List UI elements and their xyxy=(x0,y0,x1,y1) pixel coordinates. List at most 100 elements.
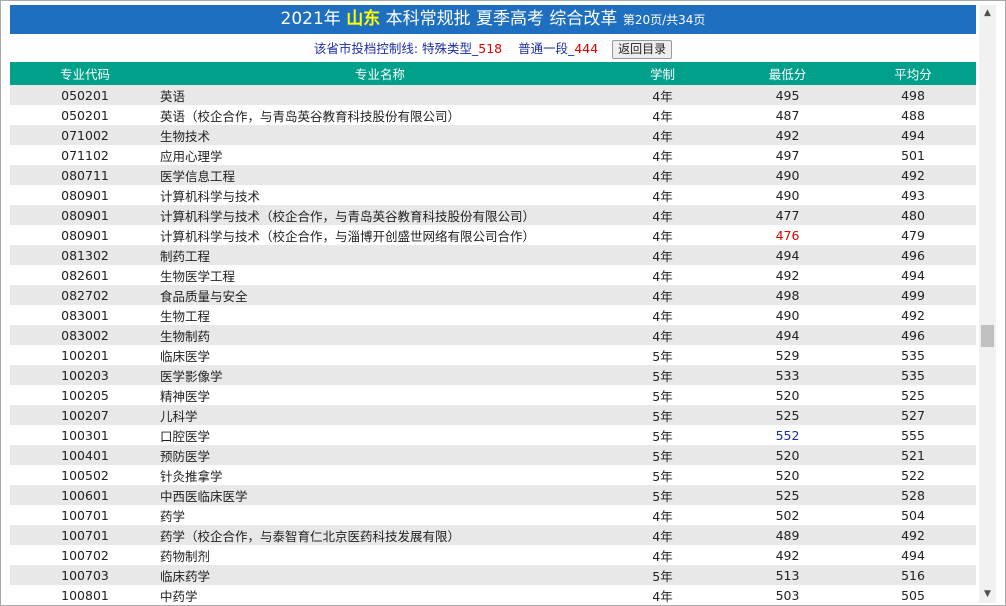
table-row: 100401 预防医学 5年 520 521 xyxy=(10,445,976,465)
table-row: 100205 精神医学 5年 520 525 xyxy=(10,385,976,405)
table-row: 100801 中药学 4年 503 505 xyxy=(10,585,976,605)
cell-years: 4年 xyxy=(600,165,725,185)
cell-name: 药物制剂 xyxy=(160,545,600,565)
cell-name: 食品质量与安全 xyxy=(160,285,600,305)
table-row: 100601 中西医临床医学 5年 525 528 xyxy=(10,485,976,505)
back-to-index-button[interactable]: 返回目录 xyxy=(612,40,673,59)
table-body: 050201 英语 4年 495 498 050201 英语（校企合作，与青岛英谷教育科技股… xyxy=(10,85,976,605)
cell-avg: 522 xyxy=(850,465,976,485)
cell-years: 4年 xyxy=(600,505,725,525)
cell-min: 520 xyxy=(725,465,850,485)
cell-min: 487 xyxy=(725,105,850,125)
table-row: 050201 英语 4年 495 498 xyxy=(10,85,976,105)
cell-code: 082601 xyxy=(10,265,160,285)
cell-min: 492 xyxy=(725,125,850,145)
cell-avg: 535 xyxy=(850,345,976,365)
table-header-row: 专业代码 专业名称 学制 最低分 平均分 xyxy=(10,62,976,85)
cell-name: 中药学 xyxy=(160,585,600,605)
cell-avg: 479 xyxy=(850,225,976,245)
cell-name: 药学 xyxy=(160,505,600,525)
cell-years: 5年 xyxy=(600,445,725,465)
cell-avg: 498 xyxy=(850,85,976,105)
cell-years: 4年 xyxy=(600,205,725,225)
cell-name: 英语（校企合作，与青岛英谷教育科技股份有限公司） xyxy=(160,105,600,125)
table-row: 100207 儿科学 5年 525 527 xyxy=(10,405,976,425)
cell-min: 490 xyxy=(725,185,850,205)
table-row: 080901 计算机科学与技术（校企合作，与淄博开创盛世网络有限公司合作） 4年 47… xyxy=(10,225,976,245)
cell-min: 492 xyxy=(725,265,850,285)
cell-avg: 516 xyxy=(850,565,976,585)
cell-min: 525 xyxy=(725,485,850,505)
column-header-avg: 平均分 xyxy=(850,62,976,85)
cell-years: 4年 xyxy=(600,325,725,345)
table-row: 050201 英语（校企合作，与青岛英谷教育科技股份有限公司） 4年 487 488 xyxy=(10,105,976,125)
cell-years: 4年 xyxy=(600,285,725,305)
cell-code: 100601 xyxy=(10,485,160,505)
cell-code: 081302 xyxy=(10,245,160,265)
cell-code: 100201 xyxy=(10,345,160,365)
cell-years: 4年 xyxy=(600,105,725,125)
cell-avg: 492 xyxy=(850,305,976,325)
cell-name: 生物制药 xyxy=(160,325,600,345)
cell-years: 5年 xyxy=(600,365,725,385)
cell-avg: 494 xyxy=(850,545,976,565)
control-line-bar: 该省市投档控制线: 特殊类型_518 普通一段_444 返回目录 xyxy=(10,37,976,61)
cell-name: 儿科学 xyxy=(160,405,600,425)
table-row: 100201 临床医学 5年 529 535 xyxy=(10,345,976,365)
table-row: 081302 制药工程 4年 494 496 xyxy=(10,245,976,265)
table-row: 100703 临床药学 5年 513 516 xyxy=(10,565,976,585)
table-row: 083001 生物工程 4年 490 492 xyxy=(10,305,976,325)
cell-years: 4年 xyxy=(600,185,725,205)
cell-code: 100701 xyxy=(10,525,160,545)
column-header-name: 专业名称 xyxy=(160,62,600,85)
table-row: 100502 针灸推拿学 5年 520 522 xyxy=(10,465,976,485)
vertical-scrollbar[interactable]: ▲ ▼ xyxy=(979,5,996,603)
cell-code: 100801 xyxy=(10,585,160,605)
cell-code: 083002 xyxy=(10,325,160,345)
cell-code: 100401 xyxy=(10,445,160,465)
cell-min: 533 xyxy=(725,365,850,385)
cell-min: 494 xyxy=(725,245,850,265)
cell-avg: 504 xyxy=(850,505,976,525)
column-header-min: 最低分 xyxy=(725,62,850,85)
chevron-down-icon[interactable]: ▼ xyxy=(979,586,996,603)
cell-name: 药学（校企合作，与泰智育仁北京医药科技发展有限） xyxy=(160,525,600,545)
cell-code: 050201 xyxy=(10,85,160,105)
cell-code: 080901 xyxy=(10,185,160,205)
cell-avg: 494 xyxy=(850,265,976,285)
cell-code: 100701 xyxy=(10,505,160,525)
normal-type-score: 444 xyxy=(574,41,599,56)
cell-avg: 488 xyxy=(850,105,976,125)
table-row: 100702 药物制剂 4年 492 494 xyxy=(10,545,976,565)
cell-name: 临床药学 xyxy=(160,565,600,585)
cell-years: 5年 xyxy=(600,565,725,585)
cell-years: 5年 xyxy=(600,485,725,505)
cell-avg: 492 xyxy=(850,525,976,545)
normal-type-label: 普通一段_ xyxy=(518,41,575,56)
cell-name: 生物医学工程 xyxy=(160,265,600,285)
cell-min: 529 xyxy=(725,345,850,365)
cell-min: 494 xyxy=(725,325,850,345)
chevron-up-icon[interactable]: ▲ xyxy=(979,5,996,22)
table-row: 082601 生物医学工程 4年 492 494 xyxy=(10,265,976,285)
cell-years: 4年 xyxy=(600,545,725,565)
cell-min: 520 xyxy=(725,385,850,405)
table-row: 080901 计算机科学与技术 4年 490 493 xyxy=(10,185,976,205)
special-type-label: 特殊类型_ xyxy=(422,41,479,56)
cell-avg: 525 xyxy=(850,385,976,405)
title-year: 2021年 xyxy=(280,9,341,29)
cell-min: 502 xyxy=(725,505,850,525)
table-row: 071102 应用心理学 4年 497 501 xyxy=(10,145,976,165)
column-header-code: 专业代码 xyxy=(10,62,160,85)
table-row: 100203 医学影像学 5年 533 535 xyxy=(10,365,976,385)
cell-years: 4年 xyxy=(600,225,725,245)
cell-code: 100207 xyxy=(10,405,160,425)
cell-years: 4年 xyxy=(600,525,725,545)
cell-years: 5年 xyxy=(600,405,725,425)
scrollbar-thumb[interactable] xyxy=(981,325,994,347)
cell-name: 预防医学 xyxy=(160,445,600,465)
cell-code: 100205 xyxy=(10,385,160,405)
cell-min: 489 xyxy=(725,525,850,545)
cell-name: 计算机科学与技术（校企合作，与淄博开创盛世网络有限公司合作） xyxy=(160,225,600,245)
cell-code: 071002 xyxy=(10,125,160,145)
